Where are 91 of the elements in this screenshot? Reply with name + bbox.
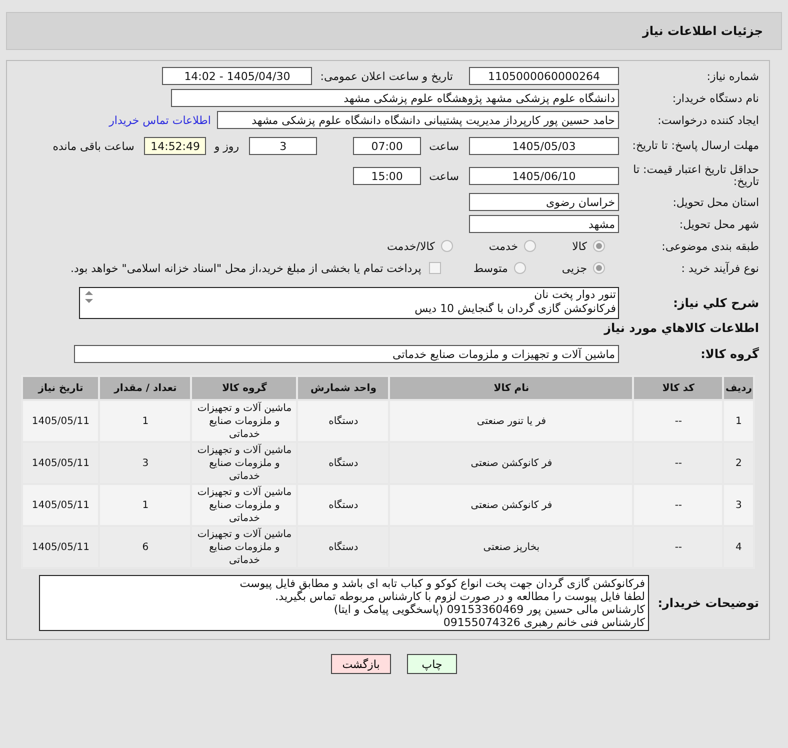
table-cell: 3	[724, 485, 753, 525]
requester-field: حامد حسین پور کارپرداز مدیریت پشتیبانی دانشگاه دانشگاه علوم پزشکی مشهد	[217, 111, 619, 129]
city-field: مشهد	[469, 215, 619, 233]
description-textarea[interactable]: تنور دوار پخت نان فرکانوکشن گازی گردان با گنجایش 10 دیس	[79, 287, 619, 319]
table-cell: دستگاه	[298, 485, 388, 525]
table-cell: دستگاه	[298, 401, 388, 441]
checkbox[interactable]	[429, 262, 442, 274]
table-cell: --	[634, 443, 722, 483]
column-header: واحد شمارش	[298, 377, 388, 399]
checkbox-label: پرداخت تمام یا بخشی از مبلغ خرید،از محل "اسناد خزانه اسلامی" خواهد بود.	[70, 262, 422, 274]
text-line: کارشناس مالی حسین پور 09153360469 (پاسخگویی پیامک و ایتا)	[334, 603, 645, 616]
table-cell: 1405/05/11	[23, 527, 98, 567]
time-field: 15:00	[353, 167, 422, 185]
text-line: فرکانوکشن گازی گردان با گنجایش 10 دیس	[414, 302, 616, 316]
page-title: جزئیات اطلاعات نیاز	[642, 24, 763, 38]
contact-link[interactable]: اطلاعات تماس خریدار	[109, 114, 211, 126]
field-label: حداقل تاریخ اعتبار قیمت: تا تاریخ:	[632, 164, 759, 188]
column-header: نام کالا	[390, 377, 632, 399]
back-button[interactable]: بازگشت	[331, 654, 391, 674]
field-label: گروه کالا:	[700, 347, 759, 361]
field-label: ایجاد کننده درخواست:	[656, 114, 759, 126]
column-header: گروه کالا	[192, 377, 296, 399]
announce-date-field: 1405/04/30 - 14:02	[162, 67, 312, 85]
remaining-time-field: 14:52:49	[144, 137, 206, 155]
radio-label: متوسط	[473, 262, 508, 274]
field-label: ساعت	[429, 170, 459, 182]
table-cell: --	[634, 485, 722, 525]
table-cell: 1	[724, 401, 753, 441]
field-label: شهر محل تحویل:	[678, 218, 759, 230]
table-cell: 1405/05/11	[23, 443, 98, 483]
table-cell: --	[634, 527, 722, 567]
buyer-notes-textarea[interactable]	[39, 575, 649, 631]
time-field: 07:00	[353, 137, 422, 155]
column-header: ردیف	[724, 377, 753, 399]
table-cell: ماشین آلات و تجهیزات و ملزومات صنایع خدماتی	[192, 443, 296, 483]
field-label: ساعت	[429, 140, 459, 152]
field-label: مهلت ارسال پاسخ: تا تاریخ:	[631, 140, 759, 152]
table-cell: بخارپز صنعتی	[390, 527, 632, 567]
table-cell: فر کانوکشن صنعتی	[390, 485, 632, 525]
table-cell: فر یا تنور صنعتی	[390, 401, 632, 441]
radio-button[interactable]	[593, 262, 605, 274]
column-header: کد کالا	[634, 377, 722, 399]
buyer-org-field: دانشگاه علوم پزشکی مشهد پژوهشگاه علوم پزشکی مشهد	[171, 89, 619, 107]
date-field: 1405/06/10	[469, 167, 619, 185]
radio-button[interactable]	[593, 240, 605, 252]
table-cell: دستگاه	[298, 527, 388, 567]
table-cell: 3	[100, 443, 190, 483]
radio-button[interactable]	[524, 240, 536, 252]
column-header: تاریخ نیاز	[23, 377, 98, 399]
section-title: اطلاعات کالاهاي مورد نياز	[602, 321, 760, 335]
field-label: شرح کلي نياز:	[672, 296, 759, 310]
radio-button[interactable]	[440, 240, 453, 252]
table-cell: 1405/05/11	[23, 401, 98, 441]
table-cell: فر کانوکشن صنعتی	[390, 443, 632, 483]
table-cell: 1	[100, 401, 190, 441]
radio-label: خدمت	[488, 240, 518, 252]
field-label: ساعت باقی مانده	[52, 140, 134, 152]
text-line: کارشناس فنی خانم رهبری 09155074326	[443, 616, 645, 629]
radio-label: کالا/خدمت	[387, 240, 435, 252]
field-label: توضیحات خریدار:	[656, 596, 759, 610]
text-line: فرکانوکشن گازی گردان جهت پخت انواع کوکو و کباب تابه ای باشد و مطابق فایل پیوست	[240, 577, 645, 590]
table-cell: دستگاه	[298, 443, 388, 483]
table-cell: 1405/05/11	[23, 485, 98, 525]
table-cell: 1	[100, 485, 190, 525]
field-label: نام دستگاه خریدار:	[671, 92, 759, 104]
table-cell: 2	[724, 443, 753, 483]
field-label: تاریخ و ساعت اعلان عمومی:	[320, 70, 453, 82]
radio-button[interactable]	[514, 262, 526, 274]
column-header: تعداد / مقدار	[100, 377, 190, 399]
table-cell: ماشین آلات و تجهیزات و ملزومات صنایع خدماتی	[192, 401, 296, 441]
date-field: 1405/05/03	[469, 137, 619, 155]
field-label: طبقه بندی موضوعی:	[660, 240, 759, 252]
table-cell: --	[634, 401, 722, 441]
table-cell: 6	[100, 527, 190, 567]
scroll-arrows-icon	[83, 289, 95, 305]
print-button[interactable]: چاپ	[407, 654, 457, 674]
radio-label: جزیی	[562, 262, 587, 274]
text-line: تنور دوار پخت نان	[534, 288, 616, 302]
text-line: لطفا فایل پیوست را مطالعه و در صورت لزوم با کارشناس مربوطه تماس بگیرید.	[275, 590, 645, 603]
days-field: 3	[249, 137, 318, 155]
field-label: شماره نیاز:	[706, 70, 759, 82]
radio-label: کالا	[572, 240, 587, 252]
need-number-field: 1105000060000264	[469, 67, 619, 85]
field-label: نوع فرآیند خرید :	[680, 262, 759, 274]
field-label: استان محل تحویل:	[672, 196, 759, 208]
table-cell: ماشین آلات و تجهیزات و ملزومات صنایع خدماتی	[192, 485, 296, 525]
province-field: خراسان رضوی	[469, 193, 619, 211]
field-label: روز و	[214, 140, 240, 152]
table-cell: 4	[724, 527, 753, 567]
goods-group-field: ماشین آلات و تجهیزات و ملزومات صنایع خدماتی	[74, 345, 619, 363]
table-cell: ماشین آلات و تجهیزات و ملزومات صنایع خدماتی	[192, 527, 296, 567]
